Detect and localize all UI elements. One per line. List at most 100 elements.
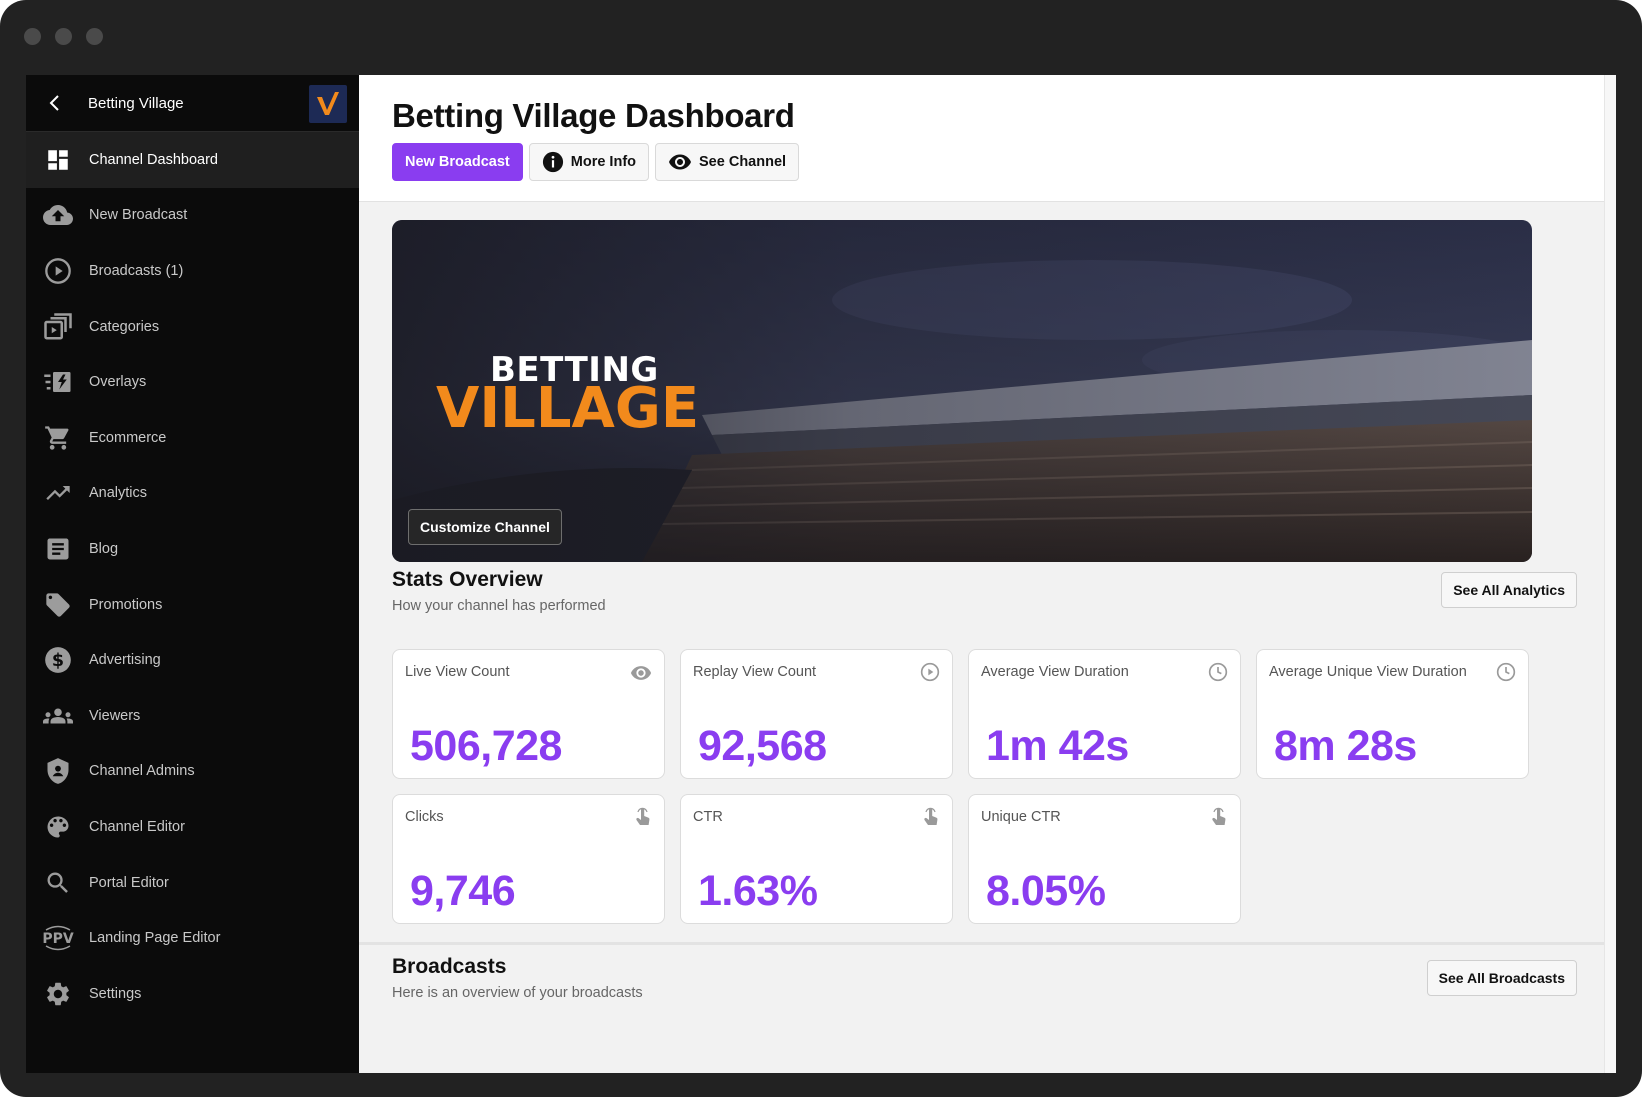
article-icon — [41, 532, 75, 566]
stat-label: Clicks — [405, 809, 444, 825]
palette-icon — [41, 810, 75, 844]
see-all-broadcasts-button[interactable]: See All Broadcasts — [1426, 960, 1577, 996]
customize-channel-button[interactable]: Customize Channel — [408, 509, 562, 545]
channel-banner: BETTING VILLAGE Customize Channel — [392, 220, 1532, 562]
info-icon — [542, 151, 564, 173]
logo-text-bottom: VILLAGE — [436, 376, 700, 441]
stat-card-clicks: Clicks 9,746 — [392, 794, 665, 924]
sidebar-item-ecommerce[interactable]: Ecommerce — [26, 410, 359, 466]
people-icon — [41, 699, 75, 733]
new-broadcast-button[interactable]: New Broadcast — [392, 143, 523, 181]
stat-label: CTR — [693, 809, 723, 825]
eye-icon — [630, 662, 652, 684]
sidebar-item-categories[interactable]: Categories — [26, 299, 359, 355]
stat-value: 9,746 — [410, 867, 516, 915]
main-content: Betting Village Dashboard New Broadcast … — [359, 75, 1616, 1073]
search-icon — [41, 866, 75, 900]
stats-overview-title: Stats Overview — [392, 568, 543, 591]
sidebar-item-label: Landing Page Editor — [89, 930, 221, 947]
sidebar-item-label: New Broadcast — [89, 207, 188, 224]
sidebar-item-viewers[interactable]: Viewers — [26, 688, 359, 744]
sidebar-item-new-broadcast[interactable]: New Broadcast — [26, 188, 359, 244]
sidebar-item-portal-editor[interactable]: Portal Editor — [26, 855, 359, 911]
channel-logo[interactable] — [309, 85, 347, 123]
touch-icon — [922, 807, 940, 829]
sidebar-item-label: Promotions — [89, 596, 163, 613]
sidebar-item-broadcasts[interactable]: Broadcasts (1) — [26, 243, 359, 299]
sidebar-item-label: Advertising — [89, 652, 161, 669]
dollar-icon: $ — [41, 643, 75, 677]
window-controls — [24, 28, 103, 45]
stat-value: 92,568 — [698, 722, 827, 770]
sidebar: Betting Village Channel Dashboard New Br — [26, 75, 359, 1073]
sidebar-item-blog[interactable]: Blog — [26, 521, 359, 577]
clock-icon — [1496, 662, 1516, 682]
stat-value: 8.05% — [986, 867, 1106, 915]
see-channel-button[interactable]: See Channel — [655, 143, 800, 181]
window-dot-icon — [24, 28, 41, 45]
gear-icon — [41, 977, 75, 1011]
stat-card-unique-ctr: Unique CTR 8.05% — [968, 794, 1241, 924]
cart-icon — [41, 421, 75, 455]
app-window: Betting Village Channel Dashboard New Br — [26, 75, 1616, 1073]
sidebar-item-channel-dashboard[interactable]: Channel Dashboard — [26, 132, 359, 188]
sidebar-item-promotions[interactable]: Promotions — [26, 577, 359, 633]
stat-card-live-view-count: Live View Count 506,728 — [392, 649, 665, 779]
play-circle-icon — [920, 662, 940, 682]
sidebar-item-advertising[interactable]: $ Advertising — [26, 632, 359, 688]
sidebar-item-label: Viewers — [89, 707, 141, 724]
sidebar-item-label: Broadcasts (1) — [89, 262, 184, 279]
sidebar-header: Betting Village — [26, 75, 359, 132]
stat-label: Average Unique View Duration — [1269, 664, 1467, 680]
stat-card-ctr: CTR 1.63% — [680, 794, 953, 924]
device-frame: Betting Village Channel Dashboard New Br — [0, 0, 1642, 1097]
more-info-label: More Info — [570, 154, 637, 170]
sidebar-item-label: Channel Dashboard — [89, 151, 218, 168]
sidebar-item-channel-editor[interactable]: Channel Editor — [26, 799, 359, 855]
sidebar-item-label: Portal Editor — [89, 874, 169, 891]
ppv-icon: PPV — [41, 921, 75, 955]
sidebar-item-label: Channel Admins — [89, 763, 195, 780]
sidebar-item-overlays[interactable]: Overlays — [26, 354, 359, 410]
more-info-button[interactable]: More Info — [528, 143, 650, 181]
touch-icon — [1210, 807, 1228, 829]
page-title: Betting Village Dashboard — [392, 97, 795, 134]
back-arrow-icon[interactable] — [48, 94, 68, 112]
sidebar-item-label: Settings — [89, 985, 142, 1002]
svg-text:PPV: PPV — [42, 931, 74, 947]
trending-icon — [41, 476, 75, 510]
sidebar-item-landing-page-editor[interactable]: PPV Landing Page Editor — [26, 910, 359, 966]
see-all-analytics-button[interactable]: See All Analytics — [1441, 572, 1577, 608]
see-channel-label: See Channel — [699, 154, 787, 170]
sidebar-item-settings[interactable]: Settings — [26, 966, 359, 1022]
page-header: Betting Village Dashboard New Broadcast … — [359, 75, 1616, 202]
sidebar-item-analytics[interactable]: Analytics — [26, 466, 359, 522]
sidebar-nav: Channel Dashboard New Broadcast Broadcas… — [26, 132, 359, 1022]
stat-value: 8m 28s — [1274, 722, 1417, 770]
stat-value: 506,728 — [410, 722, 562, 770]
sidebar-item-label: Analytics — [89, 485, 148, 502]
stat-card-average-unique-view-duration: Average Unique View Duration 8m 28s — [1256, 649, 1529, 779]
shield-icon — [41, 754, 75, 788]
sidebar-item-label: Overlays — [89, 374, 147, 391]
stats-overview-subtitle: How your channel has performed — [392, 598, 606, 614]
scrollbar[interactable] — [1604, 75, 1616, 1073]
sidebar-item-label: Channel Editor — [89, 818, 185, 835]
window-dot-icon — [86, 28, 103, 45]
channel-name: Betting Village — [88, 94, 184, 112]
stat-label: Live View Count — [405, 664, 510, 680]
section-divider — [359, 942, 1604, 945]
sidebar-item-label: Ecommerce — [89, 429, 167, 446]
touch-icon — [634, 807, 652, 829]
stat-label: Average View Duration — [981, 664, 1129, 680]
header-actions: New Broadcast More Info See Channel — [392, 143, 1616, 181]
stat-card-average-view-duration: Average View Duration 1m 42s — [968, 649, 1241, 779]
sidebar-item-label: Categories — [89, 318, 160, 335]
overlays-icon — [41, 365, 75, 399]
stat-label: Replay View Count — [693, 664, 817, 680]
sidebar-item-channel-admins[interactable]: Channel Admins — [26, 744, 359, 800]
clock-icon — [1208, 662, 1228, 682]
sidebar-item-label: Blog — [89, 540, 119, 557]
stat-value: 1.63% — [698, 867, 818, 915]
stat-card-replay-view-count: Replay View Count 92,568 — [680, 649, 953, 779]
